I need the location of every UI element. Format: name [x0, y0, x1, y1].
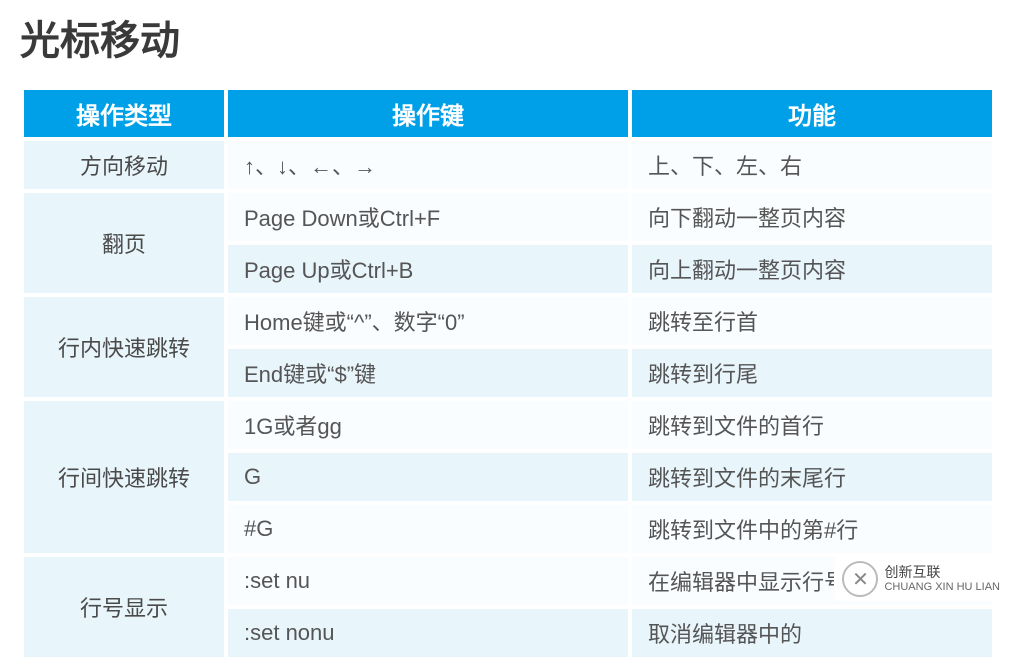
table-row: 行间快速跳转1G或者gg跳转到文件的首行 [24, 401, 992, 449]
table-row: 行内快速跳转Home键或“^”、数字“0”跳转至行首 [24, 297, 992, 345]
func-cell: 向上翻动一整页内容 [632, 245, 992, 293]
func-cell: 跳转到文件的末尾行 [632, 453, 992, 501]
logo-text-cn: 创新互联 [884, 565, 1000, 580]
func-cell: 跳转到文件中的第#行 [632, 505, 992, 553]
func-cell: 上、下、左、右 [632, 141, 992, 189]
type-cell: 翻页 [24, 193, 224, 293]
key-cell: :set nonu [228, 609, 628, 657]
key-cell: Home键或“^”、数字“0” [228, 297, 628, 345]
func-cell: 跳转到行尾 [632, 349, 992, 397]
type-cell: 行号显示 [24, 557, 224, 657]
page-title: 光标移动 [20, 8, 996, 66]
logo-text-en: CHUANG XIN HU LIAN [884, 581, 1000, 593]
key-cell: Page Up或Ctrl+B [228, 245, 628, 293]
key-cell: ↑、↓、←、→ [228, 141, 628, 189]
func-cell: 取消编辑器中的 [632, 609, 992, 657]
type-cell: 行内快速跳转 [24, 297, 224, 397]
type-cell: 方向移动 [24, 141, 224, 189]
table-row: 方向移动↑、↓、←、→上、下、左、右 [24, 141, 992, 189]
key-cell: G [228, 453, 628, 501]
func-cell: 跳转至行首 [632, 297, 992, 345]
key-cell: :set nu [228, 557, 628, 605]
brand-logo: ✕ 创新互联 CHUANG XIN HU LIAN [834, 557, 1008, 601]
type-cell: 行间快速跳转 [24, 401, 224, 553]
table-row: 翻页Page Down或Ctrl+F向下翻动一整页内容 [24, 193, 992, 241]
key-cell: #G [228, 505, 628, 553]
header-key: 操作键 [228, 90, 628, 137]
header-func: 功能 [632, 90, 992, 137]
key-cell: Page Down或Ctrl+F [228, 193, 628, 241]
logo-icon: ✕ [842, 561, 878, 597]
func-cell: 跳转到文件的首行 [632, 401, 992, 449]
func-cell: 向下翻动一整页内容 [632, 193, 992, 241]
key-cell: End键或“$”键 [228, 349, 628, 397]
header-type: 操作类型 [24, 90, 224, 137]
key-cell: 1G或者gg [228, 401, 628, 449]
